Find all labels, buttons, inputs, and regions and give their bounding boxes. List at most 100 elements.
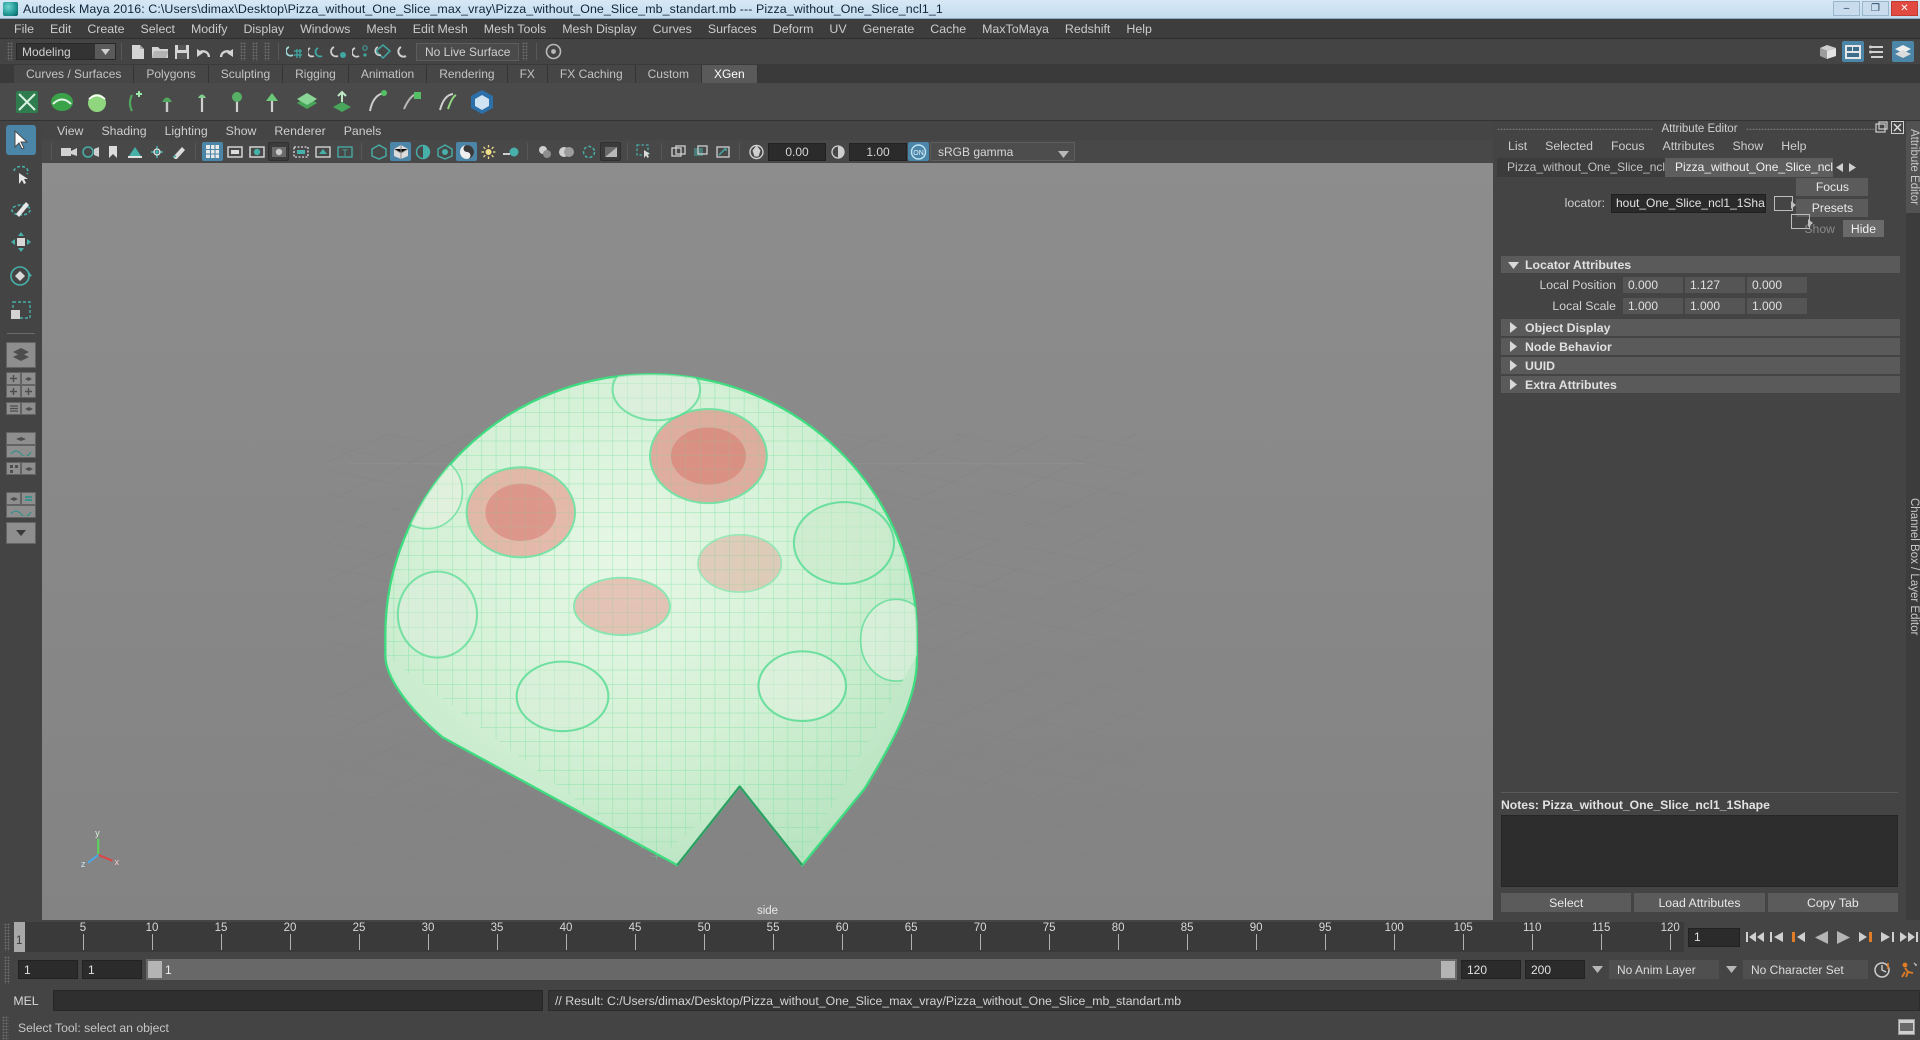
section-uuid[interactable]: UUID xyxy=(1501,357,1900,374)
menu-surfaces[interactable]: Surfaces xyxy=(700,19,765,39)
menu-curves[interactable]: Curves xyxy=(645,19,700,39)
shade-and-wireframe-icon[interactable] xyxy=(412,142,433,161)
command-input[interactable] xyxy=(53,990,543,1011)
show-hide-modeling-toolkit-icon[interactable] xyxy=(1817,41,1839,62)
four-view-layout-icon[interactable] xyxy=(6,372,36,398)
xgen-spline-primitive-icon[interactable] xyxy=(47,87,77,117)
close-panel-icon[interactable] xyxy=(1891,121,1904,137)
redo-icon[interactable] xyxy=(215,41,237,62)
menu-display[interactable]: Display xyxy=(235,19,292,39)
section-node-behavior[interactable]: Node Behavior xyxy=(1501,338,1900,355)
xgen-groom-sphere-icon[interactable] xyxy=(82,87,112,117)
node-tab-shape[interactable]: Pizza_without_One_Slice_ncl1_1Shape xyxy=(1665,157,1833,177)
viewport-background-icon[interactable] xyxy=(600,142,621,161)
animation-preferences-icon[interactable] xyxy=(1872,959,1894,981)
viewport-menu-view[interactable]: View xyxy=(48,124,92,138)
playback-end-field[interactable]: 200 xyxy=(1525,960,1585,979)
undo-icon[interactable] xyxy=(193,41,215,62)
local-position-x-field[interactable]: 0.000 xyxy=(1623,276,1683,293)
multisample-icon[interactable] xyxy=(690,142,711,161)
layout-more-dropdown[interactable] xyxy=(6,522,36,544)
menu-help[interactable]: Help xyxy=(1118,19,1159,39)
local-scale-z-field[interactable]: 1.000 xyxy=(1747,297,1807,314)
chevron-right-icon[interactable] xyxy=(1501,322,1525,333)
menu-generate[interactable]: Generate xyxy=(855,19,923,39)
color-space-selector[interactable]: sRGB gamma xyxy=(930,142,1075,161)
menu-uv[interactable]: UV xyxy=(821,19,854,39)
xgen-length-brush-icon[interactable] xyxy=(187,87,217,117)
xgen-density-brush-icon[interactable] xyxy=(152,87,182,117)
menu-file[interactable]: File xyxy=(6,19,42,39)
chevron-right-icon[interactable] xyxy=(1501,360,1525,371)
color-management-toggle-icon[interactable]: ON xyxy=(908,142,929,161)
chevron-right-icon[interactable] xyxy=(1501,379,1525,390)
step-forward-key-icon[interactable] xyxy=(1876,926,1898,948)
local-position-z-field[interactable]: 0.000 xyxy=(1747,276,1807,293)
open-scene-icon[interactable] xyxy=(149,41,171,62)
screen-space-ao-icon[interactable] xyxy=(478,142,499,161)
snap-to-view-plane-icon[interactable] xyxy=(372,41,394,62)
tab-scroll-right-icon[interactable] xyxy=(1846,158,1859,177)
layout-graph-bottom[interactable] xyxy=(6,445,36,458)
current-frame-field[interactable]: 1 xyxy=(1688,927,1740,947)
shelf-tab-curves-surfaces[interactable]: Curves / Surfaces xyxy=(14,65,135,83)
chevron-down-icon[interactable] xyxy=(1501,261,1525,269)
next-key-icon[interactable] xyxy=(1854,926,1876,948)
make-live-icon[interactable] xyxy=(394,41,416,62)
rotate-tool-icon[interactable] xyxy=(6,261,36,291)
menu-deform[interactable]: Deform xyxy=(765,19,822,39)
menu-edit-mesh[interactable]: Edit Mesh xyxy=(405,19,476,39)
viewport-menu-shading[interactable]: Shading xyxy=(92,124,155,138)
shelf-tab-fx[interactable]: FX xyxy=(507,65,548,83)
menu-redshift[interactable]: Redshift xyxy=(1057,19,1118,39)
grid-toggle-icon[interactable] xyxy=(202,142,223,161)
menu-edit[interactable]: Edit xyxy=(42,19,79,39)
save-scene-icon[interactable] xyxy=(171,41,193,62)
toolbar-group-handle-4[interactable] xyxy=(522,42,529,61)
menu-create[interactable]: Create xyxy=(79,19,132,39)
ae-menu-selected[interactable]: Selected xyxy=(1536,139,1602,153)
animation-preferences-runner-icon[interactable] xyxy=(1898,959,1920,981)
scale-tool-icon[interactable] xyxy=(6,295,36,325)
xgen-noise-brush-icon[interactable] xyxy=(222,87,252,117)
help-line-image-icon[interactable] xyxy=(1898,1019,1915,1035)
chevron-down-icon[interactable] xyxy=(1058,147,1069,161)
time-slider-grip[interactable] xyxy=(4,923,10,951)
range-slider-left-knob[interactable] xyxy=(148,961,162,978)
node-name-field[interactable]: hout_One_Slice_ncl1_1Shape xyxy=(1611,193,1766,213)
ae-menu-list[interactable]: List xyxy=(1499,139,1536,153)
select-camera-icon[interactable] xyxy=(58,142,79,161)
film-gate-icon[interactable] xyxy=(224,142,245,161)
show-hide-channel-box-icon[interactable] xyxy=(1892,41,1914,62)
bookmark-icon[interactable] xyxy=(102,142,123,161)
toolbar-group-handle-2[interactable] xyxy=(252,42,258,61)
exposure-icon[interactable] xyxy=(746,142,767,161)
shelf-tab-rendering[interactable]: Rendering xyxy=(427,65,508,83)
time-slider[interactable]: 1 5 10 15 20 25 30 35 40 45 50 55 60 65 70 75 80 85 90 95 1… xyxy=(14,922,1684,952)
toolbar-drag-handle[interactable] xyxy=(7,42,13,61)
snap-to-curve-icon[interactable] xyxy=(306,41,328,62)
persp-outliner-graph-layout-icon[interactable] xyxy=(6,492,36,518)
vertical-tab-attribute-editor[interactable]: Attribute Editor xyxy=(1906,121,1920,214)
play-backwards-icon[interactable] xyxy=(1810,926,1832,948)
viewport-menu-panels[interactable]: Panels xyxy=(335,124,391,138)
xray-active-components-icon[interactable] xyxy=(578,142,599,161)
smooth-shade-all-icon[interactable] xyxy=(390,142,411,161)
toolbar-group-handle-1[interactable] xyxy=(240,42,246,61)
gate-mask-icon[interactable] xyxy=(268,142,289,161)
shelf-tab-rigging[interactable]: Rigging xyxy=(283,65,349,83)
grease-pencil-icon[interactable] xyxy=(168,142,189,161)
step-back-key-icon[interactable] xyxy=(1766,926,1788,948)
selection-mask-icon[interactable] xyxy=(542,41,564,62)
undock-panel-icon[interactable] xyxy=(1875,121,1888,137)
layout-cell-1[interactable] xyxy=(6,372,21,385)
help-line-grip[interactable] xyxy=(2,1016,9,1040)
persp-graph-layout-icon[interactable] xyxy=(6,432,36,458)
viewport-menu-show[interactable]: Show xyxy=(217,124,266,138)
chevron-down-icon[interactable] xyxy=(95,44,115,59)
toolbar-group-handle-3[interactable] xyxy=(264,42,270,61)
hypershade-persp-layout-icon[interactable] xyxy=(6,462,36,488)
section-extra-attributes[interactable]: Extra Attributes xyxy=(1501,376,1900,393)
layout-cell-4[interactable] xyxy=(21,385,36,398)
wireframe-shading-icon[interactable] xyxy=(368,142,389,161)
